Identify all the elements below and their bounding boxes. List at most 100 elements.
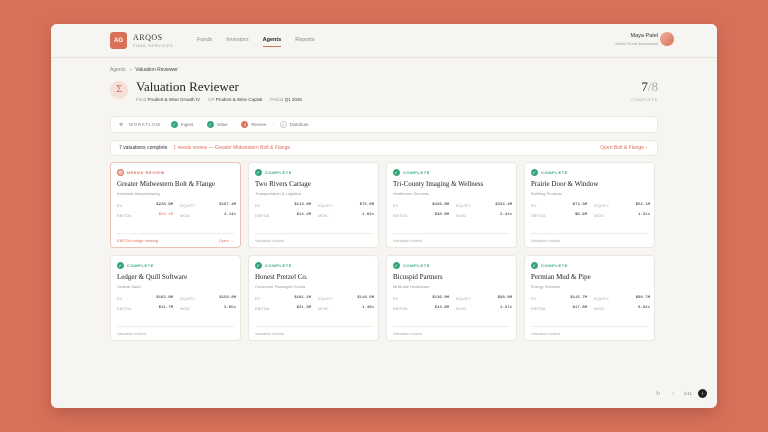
valuation-grid: NEEDS REVIEW Greater Midwestern Bolt & F…	[110, 162, 658, 341]
check-icon: ✓	[531, 169, 538, 176]
valuation-card[interactable]: ✓ COMPLETE Tri-County Imaging & Wellness…	[386, 162, 517, 248]
step-review[interactable]: 3 Review	[241, 121, 266, 128]
status-banner: 7 valuations complete · 1 needs review —…	[110, 140, 658, 156]
check-icon: ✓	[393, 169, 400, 176]
valuation-card[interactable]: ✓ COMPLETE Ledger & Quill Software Verti…	[110, 255, 241, 341]
check-icon: ✓	[206, 121, 214, 128]
sigma-icon: Σ	[110, 81, 128, 99]
completion-label: COMPLETE	[631, 97, 658, 102]
ev-metric: EV $163.8M	[117, 296, 173, 301]
valuation-card[interactable]: ✓ COMPLETE Bicuspid Partners Multi-site …	[386, 255, 517, 341]
open-review-link[interactable]: Open Bolt & Flange ›	[600, 145, 647, 151]
equity-metric: EQUITY $334.4M	[456, 203, 512, 208]
workflow-label: WORKFLOW	[129, 122, 161, 127]
status-badge: ✓ COMPLETE	[531, 169, 569, 176]
check-icon: ✓	[393, 262, 400, 269]
pagination: ↻ ‹ 1/11 ›	[654, 389, 707, 398]
completion-count: 7/8	[641, 79, 658, 94]
nav-funds[interactable]: Funds	[197, 37, 212, 57]
company-sector: Multi-site Healthcare	[393, 284, 430, 289]
main-content: Agents › Valuation Reviewer Σ Valuation …	[110, 64, 658, 341]
workflow-bar: ⚒ WORKFLOW ✓ Ingest › ✓ Value › 3 Review › …	[110, 116, 658, 133]
breadcrumb-agents[interactable]: Agents	[110, 67, 126, 73]
nav-investors[interactable]: Investors	[226, 37, 248, 57]
equity-metric: EQUITY $167.4M	[180, 203, 236, 208]
status-badge: ✓ COMPLETE	[393, 262, 431, 269]
page-header: Σ Valuation Reviewer Fund Prudent & Wise…	[110, 79, 658, 111]
check-icon: ✓	[117, 262, 124, 269]
company-sector: Building Products	[531, 191, 563, 196]
ev-metric: EV $181.1M	[255, 296, 311, 301]
check-icon: ✓	[255, 262, 262, 269]
company-name: Honest Pretzel Co.	[255, 273, 308, 281]
valuation-card[interactable]: ✓ COMPLETE Two Rivers Cartage Transporta…	[248, 162, 379, 248]
company-sector: Consumer Packaged Goods	[255, 284, 306, 289]
moic-metric: MOIC 3.05x	[180, 306, 236, 311]
card-footer: EBITDA bridge missing Open →	[117, 233, 234, 243]
nav-agents[interactable]: Agents	[262, 37, 281, 57]
logo-icon: AG	[110, 32, 127, 49]
company-sector: Healthcare Services	[393, 191, 429, 196]
company-sector: Vertical SaaS	[117, 284, 142, 289]
meta-period: Period Q1 2026	[270, 97, 302, 102]
ev-metric: EV $136.0M	[393, 296, 449, 301]
ev-metric: EV $74.3M	[531, 203, 587, 208]
prev-page-icon[interactable]: ‹	[669, 389, 678, 398]
ev-metric: EV $426.8M	[393, 203, 449, 208]
ebitda-metric: EBITDA $14.2M	[255, 213, 311, 218]
user-name: Maya Patel	[630, 33, 658, 39]
check-icon: ✓	[531, 262, 538, 269]
company-name: Greater Midwestern Bolt & Flange	[117, 180, 215, 188]
status-badge: ✓ COMPLETE	[255, 169, 293, 176]
company-sector: Transportation & Logistics	[255, 191, 302, 196]
user-role: Senior Fund Accountant	[615, 41, 658, 46]
company-sector: Industrial Manufacturing	[117, 191, 160, 196]
next-page-icon[interactable]: ›	[698, 389, 707, 398]
step-ingest[interactable]: ✓ Ingest	[170, 121, 193, 128]
moic-metric: MOIC 1.97x	[456, 306, 512, 311]
breadcrumb: Agents › Valuation Reviewer	[110, 67, 658, 73]
company-name: Tri-County Imaging & Wellness	[393, 180, 484, 188]
alert-icon	[117, 169, 124, 176]
ebitda-metric: EBITDA $21.3M	[255, 306, 311, 311]
ev-metric: EV $228.9M	[117, 203, 173, 208]
company-name: Two Rivers Cartage	[255, 180, 311, 188]
company-name: Permian Mud & Pipe	[531, 273, 591, 281]
top-nav-bar: AG ARQOS FUND SERVICES Funds Investors A…	[51, 24, 717, 58]
card-footer: Valuation locked	[255, 326, 372, 336]
valuation-card[interactable]: NEEDS REVIEW Greater Midwestern Bolt & F…	[110, 162, 241, 248]
equity-metric: EQUITY $159.8M	[180, 296, 236, 301]
ebitda-metric: EBITDA $24.1M	[117, 213, 173, 218]
step-distribute[interactable]: 4 Distribute	[279, 121, 309, 128]
moic-metric: MOIC 1.62x	[318, 213, 374, 218]
avatar[interactable]	[660, 32, 674, 46]
breadcrumb-separator: ›	[129, 67, 132, 73]
valuation-card[interactable]: ✓ COMPLETE Prairie Door & Window Buildin…	[524, 162, 655, 248]
moic-metric: MOIC 1.48x	[318, 306, 374, 311]
card-footer: Valuation locked	[117, 326, 234, 336]
open-card-link[interactable]: Open →	[219, 238, 234, 243]
ev-metric: EV $115.7M	[531, 296, 587, 301]
status-badge: ✓ COMPLETE	[393, 169, 431, 176]
status-badge: NEEDS REVIEW	[117, 169, 165, 176]
moic-metric: MOIC 2.14x	[180, 213, 236, 218]
ev-metric: EV $113.6M	[255, 203, 311, 208]
banner-text: 7 valuations complete	[119, 145, 168, 151]
status-badge: ✓ COMPLETE	[255, 262, 293, 269]
wrench-icon: ⚒	[119, 121, 124, 127]
refresh-icon[interactable]: ↻	[654, 389, 663, 398]
step-value[interactable]: ✓ Value	[206, 121, 228, 128]
moic-metric: MOIC 2.41x	[456, 213, 512, 218]
check-icon: ✓	[255, 169, 262, 176]
valuation-card[interactable]: ✓ COMPLETE Permian Mud & Pipe Energy Ser…	[524, 255, 655, 341]
ebitda-metric: EBITDA $13.6M	[393, 306, 449, 311]
ebitda-metric: EBITDA $11.7M	[117, 306, 173, 311]
equity-metric: EQUITY $68.7M	[594, 296, 650, 301]
main-nav: Funds Investors Agents Reports	[197, 37, 329, 57]
company-name: Bicuspid Partners	[393, 273, 443, 281]
nav-reports[interactable]: Reports	[295, 37, 314, 57]
app-window: AG ARQOS FUND SERVICES Funds Investors A…	[51, 24, 717, 408]
meta-gp: GP Prudent & Wise Capital	[208, 97, 263, 102]
equity-metric: EQUITY $52.1M	[594, 203, 650, 208]
valuation-card[interactable]: ✓ COMPLETE Honest Pretzel Co. Consumer P…	[248, 255, 379, 341]
